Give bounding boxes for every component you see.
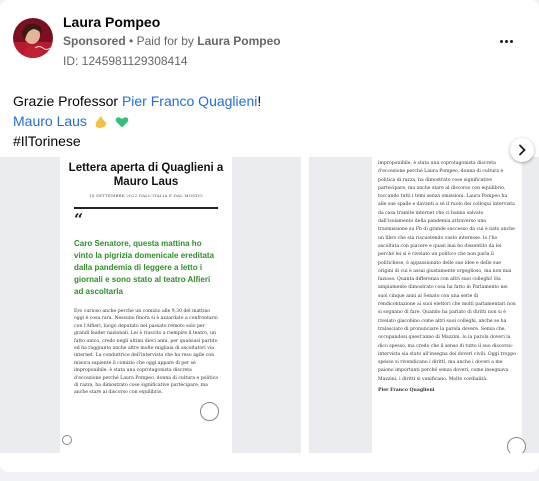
chevron-right-icon xyxy=(519,144,526,156)
carousel-next-button[interactable] xyxy=(510,138,534,162)
sponsor-meta: Sponsored • Paid for by Laura Pompeo xyxy=(63,34,281,48)
post-line-hashtag: #IlTorinese xyxy=(13,131,261,151)
mention-pier-franco-quaglieni[interactable]: Pier Franco Quaglieni xyxy=(122,93,257,109)
carousel-slide-2[interactable]: improponibile, è stata una coprotagonist… xyxy=(309,157,539,453)
thanks-text: Grazie Professor xyxy=(13,93,122,109)
article-signature: Pier Franco Quaglieni xyxy=(378,388,435,394)
more-dot-icon xyxy=(499,39,503,43)
paid-for-label: Paid for by xyxy=(136,34,194,48)
more-options-button[interactable] xyxy=(495,32,517,50)
article-divider xyxy=(74,207,218,209)
payer-name[interactable]: Laura Pompeo xyxy=(197,34,280,48)
advertiser-name[interactable]: Laura Pompeo xyxy=(63,14,160,30)
image-carousel: Lettera aperta di Quaglieni a Mauro Laus… xyxy=(0,157,539,453)
exclamation-text: ! xyxy=(257,93,262,109)
article-title: Lettera aperta di Quaglieni a Mauro Laus xyxy=(60,161,232,189)
article-body: Ero curioso anche perché un comizio alle… xyxy=(74,309,219,396)
article-body-continued: improponibile, è stata una coprotagonist… xyxy=(378,161,516,382)
article-date: 18 SETTEMBRE 2022 DALL'ITALIA E DAL MOND… xyxy=(89,193,203,198)
more-dot-icon xyxy=(504,39,508,43)
advertiser-avatar[interactable] xyxy=(13,18,53,58)
post-line-thanks: Grazie Professor Pier Franco Quaglieni! xyxy=(13,91,261,111)
avatar-photo xyxy=(13,18,53,58)
article-title-line-2: Mauro Laus xyxy=(113,176,179,188)
ad-id: ID: 1245981129308414 xyxy=(63,54,188,68)
green-heart-icon xyxy=(115,117,128,128)
article-headline: Caro Senatore, questa mattina ho vinto l… xyxy=(74,239,215,296)
quote-mark-icon: “ xyxy=(74,210,84,229)
post-text: Grazie Professor Pier Franco Quaglieni! … xyxy=(13,91,261,151)
hashtag-link[interactable]: #IlTorinese xyxy=(13,133,81,149)
sponsored-label: Sponsored xyxy=(63,34,126,48)
article-page-2: improponibile, è stata una coprotagonist… xyxy=(372,157,522,453)
shield-icon xyxy=(62,435,72,445)
watermark-stamp-icon xyxy=(507,437,526,453)
carousel-slide-1[interactable]: Lettera aperta di Quaglieni a Mauro Laus… xyxy=(0,157,301,453)
mention-mauro-laus[interactable]: Mauro Laus xyxy=(13,113,87,129)
more-dot-icon xyxy=(509,39,513,43)
flexed-biceps-icon xyxy=(95,116,107,129)
meta-separator: • xyxy=(129,34,134,48)
watermark-stamp-icon xyxy=(200,402,219,421)
post-line-mention: Mauro Laus xyxy=(13,111,261,131)
article-title-line-1: Lettera aperta di Quaglieni a xyxy=(68,162,224,174)
sponsored-post-card: Laura Pompeo Sponsored • Paid for by Lau… xyxy=(0,0,539,472)
